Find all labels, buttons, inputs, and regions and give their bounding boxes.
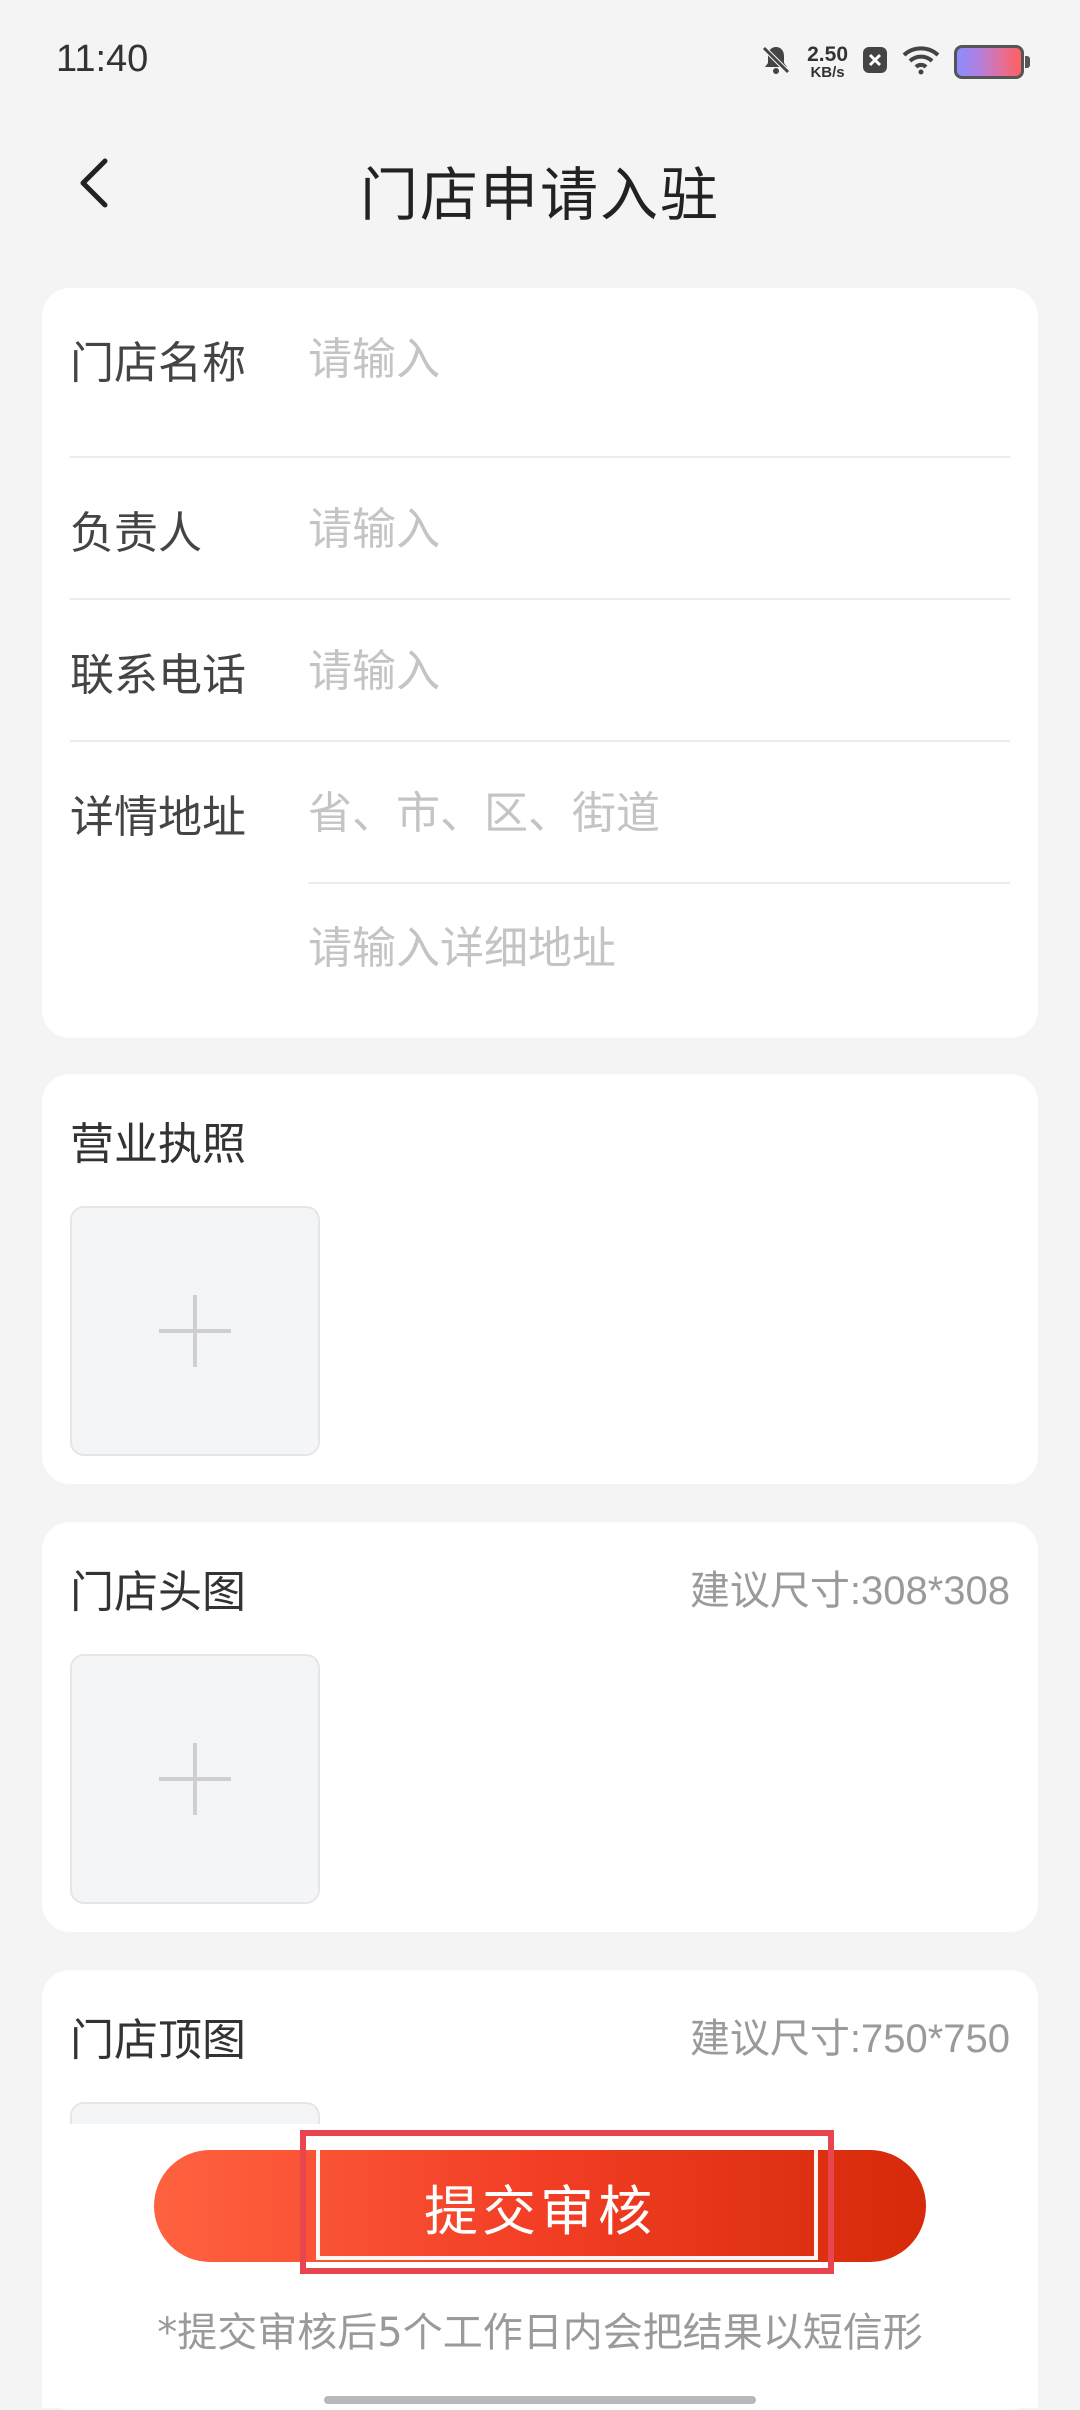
status-icons: 2.50 KB/s — [759, 40, 1030, 84]
top-image-size-hint: 建议尺寸:750*750 — [689, 2017, 1010, 2061]
page-title: 门店申请入驻 — [359, 161, 720, 229]
top-image-title: 门店顶图 — [70, 2015, 246, 2066]
battery-icon — [954, 45, 1030, 79]
address-label: 详情地址 — [70, 792, 246, 843]
head-image-upload-button[interactable] — [70, 1654, 320, 1904]
highlight-inner — [316, 2140, 818, 2260]
store-name-input[interactable] — [308, 288, 1010, 430]
store-name-label: 门店名称 — [70, 338, 246, 389]
plus-icon — [159, 1295, 231, 1367]
status-time: 11:40 — [56, 38, 149, 80]
highlight-box — [300, 2130, 834, 2274]
phone-label: 联系电话 — [70, 650, 246, 701]
wifi-icon — [902, 45, 940, 79]
submit-note: *提交审核后5个工作日内会把结果以短信形 — [157, 2310, 923, 2356]
plus-icon — [159, 1743, 231, 1815]
license-upload-card: 营业执照 — [42, 1074, 1038, 1484]
head-image-title: 门店头图 — [70, 1567, 246, 1618]
home-indicator[interactable] — [324, 2396, 756, 2404]
phone-row: 联系电话 — [70, 600, 1010, 742]
license-title: 营业执照 — [70, 1119, 246, 1170]
address-detail-input[interactable] — [308, 884, 1010, 1012]
license-upload-button[interactable] — [70, 1206, 320, 1456]
bell-off-icon — [759, 43, 793, 81]
close-box-icon — [862, 46, 888, 78]
region-picker-input[interactable] — [308, 742, 1010, 884]
head-image-size-hint: 建议尺寸:308*308 — [689, 1569, 1010, 1613]
manager-row: 负责人 — [70, 458, 1010, 600]
nav-bar: 门店申请入驻 — [0, 120, 1080, 250]
net-speed: 2.50 KB/s — [807, 44, 848, 80]
store-info-card: 门店名称 负责人 联系电话 详情地址 — [42, 288, 1038, 1038]
head-image-upload-card: 门店头图 建议尺寸:308*308 — [42, 1522, 1038, 1932]
address-detail-row — [308, 884, 1010, 1012]
net-speed-value: 2.50 — [807, 43, 848, 66]
bottom-action-panel: 提交审核 *提交审核后5个工作日内会把结果以短信形 — [42, 2124, 1038, 2408]
manager-input[interactable] — [308, 458, 1010, 600]
net-speed-unit: KB/s — [810, 64, 845, 81]
address-row: 详情地址 — [70, 742, 1010, 884]
manager-label: 负责人 — [70, 508, 202, 559]
phone-input[interactable] — [308, 600, 1010, 742]
status-bar: 11:40 2.50 KB/s — [0, 0, 1080, 120]
store-name-row: 门店名称 — [70, 288, 1010, 430]
